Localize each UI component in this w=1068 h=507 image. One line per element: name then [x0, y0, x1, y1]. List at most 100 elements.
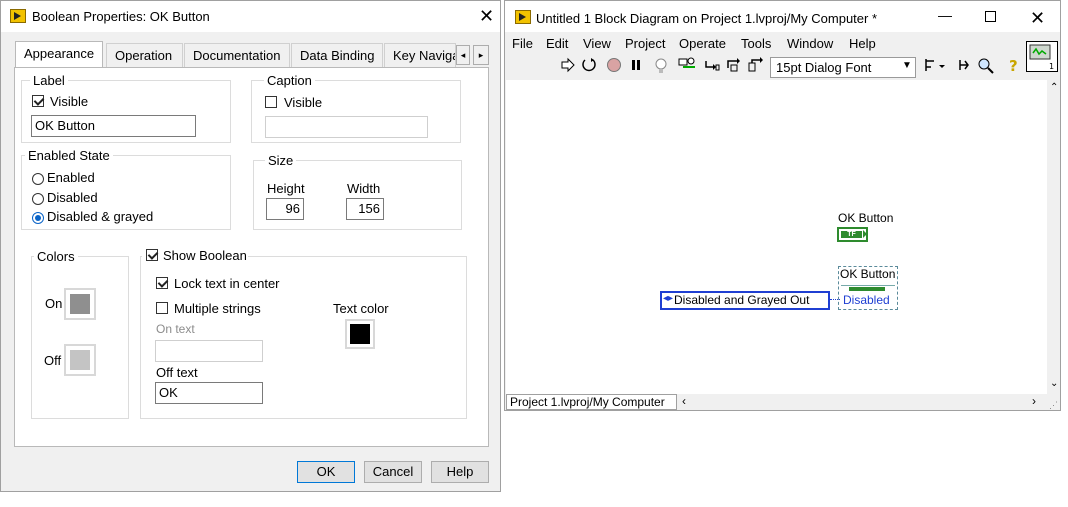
retain-wire-values-icon[interactable] [678, 57, 696, 79]
cancel-button[interactable]: Cancel [364, 461, 422, 483]
window-title: Untitled 1 Block Diagram on Project 1.lv… [536, 11, 878, 26]
enum-constant-value: Disabled and Grayed Out [674, 293, 810, 307]
colors-legend: Colors [34, 249, 78, 264]
search-icon[interactable] [977, 57, 995, 79]
minimize-icon[interactable]: — [938, 7, 952, 23]
property-node-label: OK Button [840, 267, 896, 281]
label-text-input[interactable]: OK Button [31, 115, 196, 137]
off-text-label: Off text [156, 365, 198, 380]
tab-operation[interactable]: Operation [106, 43, 183, 67]
disabled-radio-label: Disabled [47, 190, 98, 205]
multiple-strings-checkbox[interactable] [156, 302, 168, 314]
height-label: Height [267, 181, 305, 196]
scroll-left-icon[interactable]: ‹ [682, 394, 686, 408]
run-continuously-icon[interactable] [581, 57, 597, 79]
enum-increment-icon[interactable]: ◂▸ [663, 293, 673, 304]
step-out-icon[interactable] [748, 57, 764, 79]
tab-appearance[interactable]: Appearance [15, 41, 103, 68]
tab-documentation[interactable]: Documentation [184, 43, 290, 67]
ok-button[interactable]: OK [297, 461, 355, 483]
show-boolean-label: Show Boolean [163, 248, 247, 263]
caption-group-legend: Caption [264, 73, 315, 88]
run-arrow-icon[interactable] [560, 57, 576, 79]
tab-scroll-right-icon[interactable]: ▸ [473, 45, 489, 65]
labview-app-icon [10, 9, 26, 23]
context-help-icon[interactable]: ? [1006, 57, 1022, 79]
enum-wire [830, 299, 840, 300]
vertical-scrollbar[interactable]: ⌃ ⌄ [1047, 80, 1060, 394]
abort-icon[interactable] [606, 57, 622, 79]
menu-file[interactable]: File [512, 36, 533, 51]
caption-visible-text: Visible [284, 95, 323, 110]
labview-app-icon [515, 10, 531, 24]
label-visible-checkbox[interactable] [32, 95, 44, 107]
caption-visible-checkbox[interactable] [265, 96, 277, 108]
pause-icon[interactable] [628, 57, 644, 79]
property-node[interactable]: OK Button Disabled [838, 266, 898, 310]
caption-text-input[interactable] [265, 116, 428, 138]
context-status-text: Project 1.lvproj/My Computer [510, 395, 665, 409]
menu-operate[interactable]: Operate [679, 36, 726, 51]
scroll-down-icon[interactable]: ⌄ [1050, 378, 1058, 389]
multiple-strings-label: Multiple strings [174, 301, 261, 316]
align-objects-icon[interactable] [924, 57, 946, 79]
property-disabled-value: Disabled [843, 293, 890, 307]
on-color-picker[interactable] [64, 288, 96, 320]
off-color-label: Off [44, 353, 62, 368]
block-diagram-window: Untitled 1 Block Diagram on Project 1.lv… [504, 0, 1061, 411]
chevron-down-icon: ▼ [902, 60, 912, 71]
vi-icon[interactable]: 1 [1026, 41, 1058, 72]
on-color-label: On [45, 296, 63, 311]
menu-tools[interactable]: Tools [741, 36, 771, 51]
boolean-properties-dialog: Boolean Properties: OK Button ✕ Appearan… [0, 0, 501, 492]
label-group-legend: Label [30, 73, 68, 88]
maximize-icon[interactable] [985, 11, 996, 22]
window-titlebar: Untitled 1 Block Diagram on Project 1.lv… [505, 1, 1060, 32]
terminal-output-arrow [863, 230, 867, 238]
on-text-label: On text [156, 322, 195, 336]
width-input[interactable]: 156 [346, 198, 384, 220]
property-node-header [841, 285, 895, 292]
menu-edit[interactable]: Edit [546, 36, 568, 51]
boolean-terminal[interactable]: TF [837, 227, 868, 242]
scroll-right-icon[interactable]: › [1032, 394, 1036, 408]
disabled-radio[interactable] [32, 193, 44, 205]
enabled-state-legend: Enabled State [25, 148, 113, 163]
help-button[interactable]: Help [431, 461, 489, 483]
svg-text:1: 1 [1049, 62, 1054, 71]
enum-constant[interactable]: ◂▸ Disabled and Grayed Out [660, 291, 830, 310]
on-text-input[interactable] [155, 340, 263, 362]
text-color-picker[interactable] [345, 319, 375, 349]
off-color-picker[interactable] [64, 344, 96, 376]
terminal-type: TF [841, 231, 862, 238]
close-icon[interactable]: ✕ [1030, 9, 1045, 27]
menu-help[interactable]: Help [849, 36, 876, 51]
clean-up-diagram-icon[interactable] [957, 57, 973, 79]
tab-data-binding[interactable]: Data Binding [291, 43, 383, 67]
width-label: Width [347, 181, 381, 196]
disabled-grayed-radio[interactable] [32, 212, 44, 224]
lock-text-label: Lock text in center [174, 276, 280, 291]
step-over-icon[interactable] [726, 57, 742, 79]
size-legend: Size [265, 153, 297, 168]
label-visible-text: Visible [50, 94, 89, 109]
enabled-radio[interactable] [32, 173, 44, 185]
menu-window[interactable]: Window [787, 36, 833, 51]
scroll-up-icon[interactable]: ⌃ [1050, 82, 1058, 93]
block-diagram-canvas[interactable] [506, 80, 1047, 394]
height-input[interactable]: 96 [266, 198, 304, 220]
tab-key-navigation[interactable]: Key Naviga [384, 43, 456, 67]
menu-project[interactable]: Project [625, 36, 665, 51]
off-text-input[interactable]: OK [155, 382, 263, 404]
close-icon[interactable]: ✕ [479, 7, 494, 25]
colors-group [31, 256, 129, 419]
menu-view[interactable]: View [583, 36, 611, 51]
lock-text-checkbox[interactable] [156, 277, 168, 289]
step-into-icon[interactable] [704, 57, 720, 79]
show-boolean-checkbox[interactable] [146, 249, 158, 261]
font-select-value: 15pt Dialog Font [776, 60, 872, 75]
highlight-execution-icon[interactable] [653, 57, 669, 79]
resize-grip-icon[interactable]: ⋰ [1049, 400, 1058, 411]
font-select[interactable]: 15pt Dialog Font ▼ [770, 57, 916, 78]
tab-scroll-left-icon[interactable]: ◂ [456, 45, 470, 65]
